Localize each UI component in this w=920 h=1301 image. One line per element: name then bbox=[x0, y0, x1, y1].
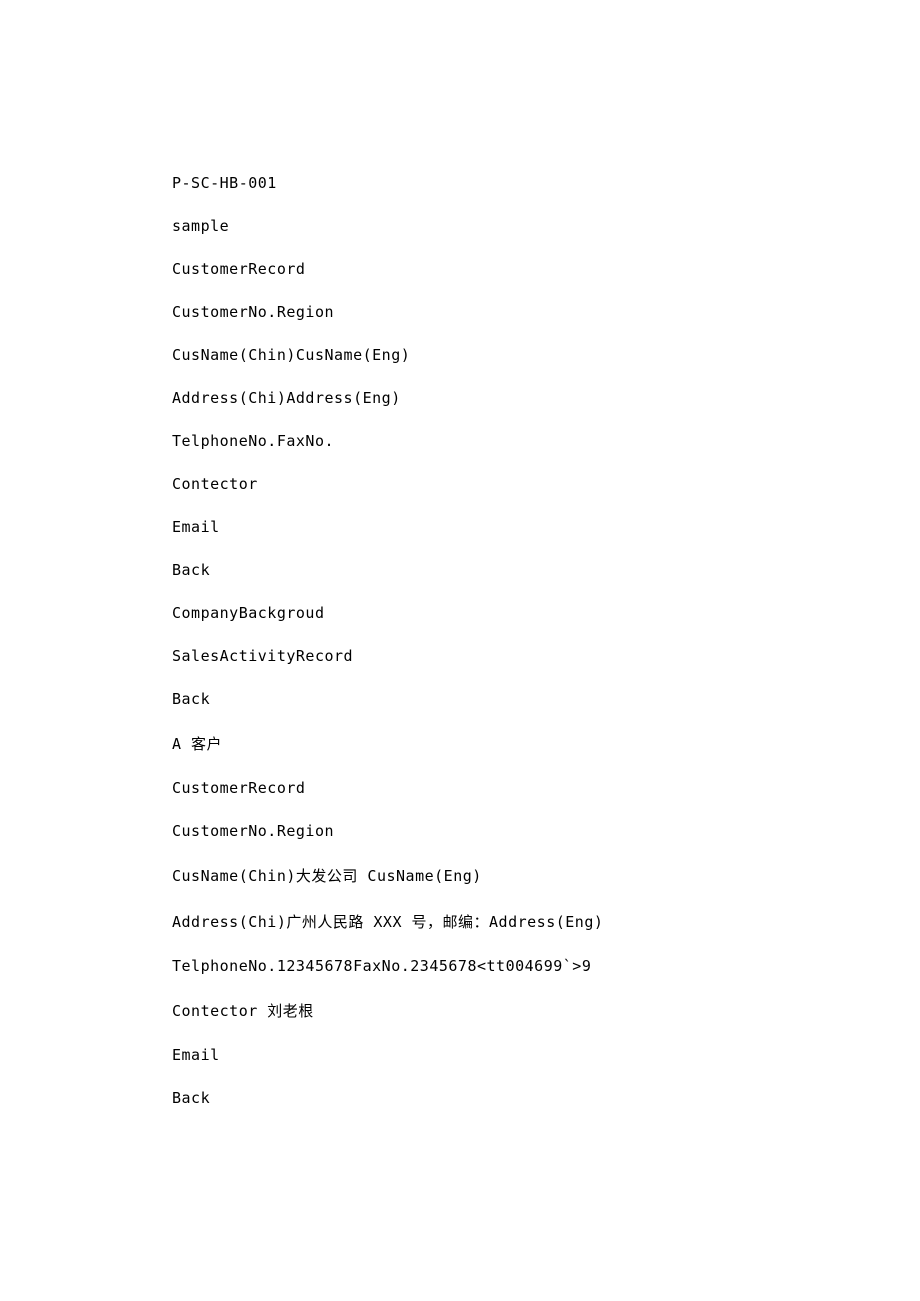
customer-record-heading: CustomerRecord bbox=[172, 260, 920, 278]
customer-no-region-field: CustomerNo.Region bbox=[172, 303, 920, 321]
customer-a-heading: A 客户 bbox=[172, 733, 920, 754]
cus-name-field-filled: CusName(Chin)大发公司 CusName(Eng) bbox=[172, 865, 920, 886]
contector-field-filled: Contector 刘老根 bbox=[172, 1000, 920, 1021]
company-background-heading: CompanyBackgroud bbox=[172, 604, 920, 622]
telephone-fax-field: TelphoneNo.FaxNo. bbox=[172, 432, 920, 450]
address-field: Address(Chi)Address(Eng) bbox=[172, 389, 920, 407]
contector-field: Contector bbox=[172, 475, 920, 493]
document-page: P-SC-HB-001 sample CustomerRecord Custom… bbox=[0, 0, 920, 1107]
customer-record-heading: CustomerRecord bbox=[172, 779, 920, 797]
telephone-fax-field-filled: TelphoneNo.12345678FaxNo.2345678<tt00469… bbox=[172, 957, 920, 975]
email-field: Email bbox=[172, 518, 920, 536]
back-label: Back bbox=[172, 561, 920, 579]
sales-activity-record-heading: SalesActivityRecord bbox=[172, 647, 920, 665]
address-field-filled: Address(Chi)广州人民路 XXX 号，邮编：Address(Eng) bbox=[172, 911, 920, 932]
sample-label: sample bbox=[172, 217, 920, 235]
email-field: Email bbox=[172, 1046, 920, 1064]
cus-name-field: CusName(Chin)CusName(Eng) bbox=[172, 346, 920, 364]
back-label: Back bbox=[172, 690, 920, 708]
back-label: Back bbox=[172, 1089, 920, 1107]
customer-no-region-field: CustomerNo.Region bbox=[172, 822, 920, 840]
document-id: P-SC-HB-001 bbox=[172, 174, 920, 192]
